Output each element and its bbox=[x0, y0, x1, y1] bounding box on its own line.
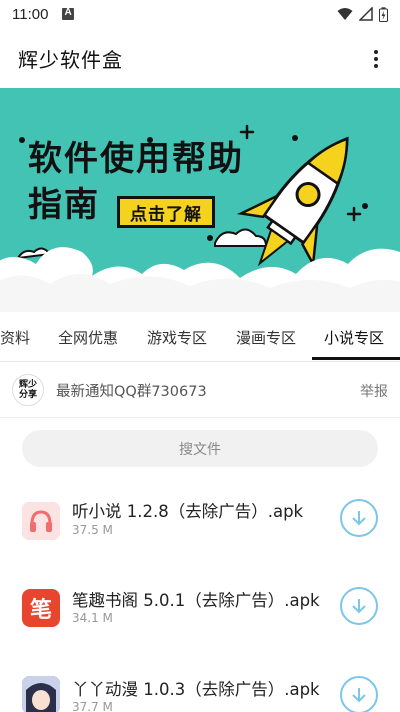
notice-bar[interactable]: 辉少 分享 最新通知QQ群730673 举报 bbox=[0, 362, 400, 418]
list-item[interactable]: 丫丫动漫 1.0.3（去除广告）.apk 37.7 M bbox=[0, 650, 400, 712]
banner-title-line2: 指南 bbox=[28, 185, 100, 225]
avatar-text-line1: 辉少 bbox=[18, 380, 37, 390]
wifi-icon bbox=[337, 8, 353, 20]
search-placeholder: 搜文件 bbox=[179, 441, 221, 458]
status-bar: 11:00 bbox=[0, 0, 400, 28]
file-name: 听小说 1.2.8（去除广告）.apk bbox=[72, 502, 304, 521]
promo-banner[interactable]: 软件使用帮助 指南 点击了解 bbox=[0, 88, 400, 312]
pen-char-icon: 笔 bbox=[22, 589, 60, 627]
headphones-icon bbox=[22, 502, 60, 540]
avatar-text-line2: 分享 bbox=[18, 390, 37, 400]
notification-a-icon bbox=[62, 7, 75, 20]
active-tab-indicator bbox=[312, 357, 400, 360]
file-size: 37.5 M bbox=[72, 523, 113, 537]
file-size: 34.1 M bbox=[72, 611, 113, 625]
file-name: 丫丫动漫 1.0.3（去除广告）.apk bbox=[72, 680, 320, 699]
category-tabs: 资料 全网优惠 游戏专区 漫画专区 小说专区 bbox=[0, 312, 400, 362]
banner-cta-button[interactable]: 点击了解 bbox=[117, 196, 215, 228]
tab-youxi-zhuanqu[interactable]: 游戏专区 bbox=[147, 312, 207, 362]
tab-ziliao[interactable]: 资料 bbox=[0, 312, 30, 362]
overflow-menu-button[interactable] bbox=[366, 48, 386, 70]
download-button[interactable] bbox=[340, 587, 378, 625]
anime-avatar-icon bbox=[22, 676, 60, 712]
app-bar: 辉少软件盒 bbox=[0, 28, 400, 88]
list-item[interactable]: 笔 笔趣书阁 5.0.1（去除广告）.apk 34.1 M bbox=[0, 562, 400, 650]
battery-icon bbox=[379, 6, 388, 22]
banner-title-line1: 软件使用帮助 bbox=[28, 139, 244, 179]
avatar: 辉少 分享 bbox=[12, 374, 44, 406]
download-icon bbox=[352, 599, 366, 614]
download-button[interactable] bbox=[340, 499, 378, 537]
report-link[interactable]: 举报 bbox=[360, 381, 388, 401]
list-item[interactable]: 听小说 1.2.8（去除广告）.apk 37.5 M bbox=[0, 474, 400, 562]
file-name: 笔趣书阁 5.0.1（去除广告）.apk bbox=[72, 591, 320, 610]
notice-text: 最新通知QQ群730673 bbox=[56, 384, 207, 400]
tab-manhua-zhuanqu[interactable]: 漫画专区 bbox=[236, 312, 296, 362]
tab-quanwang-youhui[interactable]: 全网优惠 bbox=[58, 312, 118, 362]
more-vert-icon bbox=[374, 50, 378, 54]
tab-xiaoshuo-zhuanqu[interactable]: 小说专区 bbox=[324, 312, 384, 362]
status-icons bbox=[337, 6, 388, 22]
download-button[interactable] bbox=[340, 676, 378, 712]
file-size: 37.7 M bbox=[72, 700, 113, 712]
app-title: 辉少软件盒 bbox=[18, 47, 123, 72]
download-icon bbox=[352, 511, 366, 526]
search-input[interactable]: 搜文件 bbox=[22, 430, 378, 467]
pen-char-glyph: 笔 bbox=[29, 598, 52, 623]
signal-icon bbox=[359, 7, 373, 21]
download-icon bbox=[352, 688, 366, 703]
status-time: 11:00 bbox=[12, 5, 49, 23]
